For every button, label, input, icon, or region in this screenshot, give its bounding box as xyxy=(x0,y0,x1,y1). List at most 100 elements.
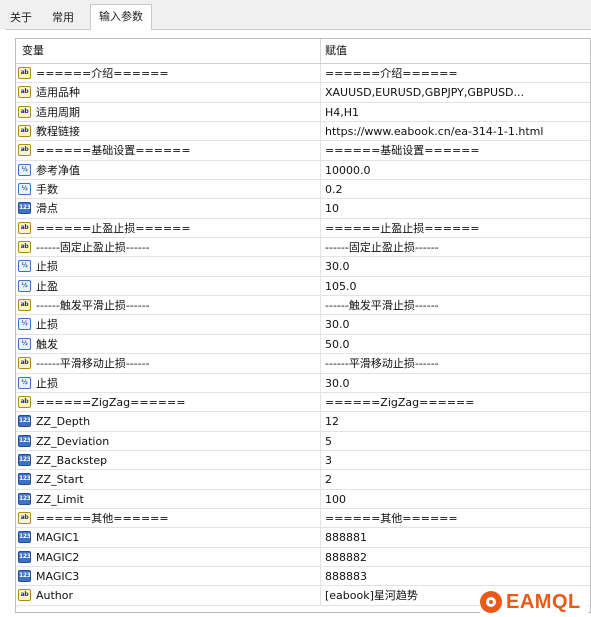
table-row[interactable]: ½ 止损 30.0 xyxy=(16,257,590,277)
table-row[interactable]: 123 ZZ_Depth 12 xyxy=(16,412,590,432)
string-param-icon: ab xyxy=(18,511,31,524)
parameter-value[interactable]: 50.0 xyxy=(325,335,587,353)
parameter-value[interactable]: ------平滑移动止损------ xyxy=(325,354,587,372)
table-row[interactable]: 123 MAGIC2 888882 xyxy=(16,547,590,567)
parameter-value[interactable]: 888883 xyxy=(325,567,587,585)
parameter-value[interactable]: 3 xyxy=(325,451,587,469)
parameter-value[interactable]: XAUUSD,EURUSD,GBPJPY,GBPUSD... xyxy=(325,83,587,101)
parameter-value[interactable]: ======ZigZag====== xyxy=(325,393,587,411)
table-row[interactable]: ½ 止损 30.0 xyxy=(16,373,590,393)
column-divider[interactable] xyxy=(320,39,321,63)
eamql-logo-icon xyxy=(480,591,502,613)
table-row[interactable]: ab ------固定止盈止损------ ------固定止盈止损------ xyxy=(16,238,590,258)
parameter-name: 参考净值 xyxy=(36,163,80,177)
parameter-name: ZZ_Backstep xyxy=(36,453,108,467)
column-header-value[interactable]: 赋值 xyxy=(325,39,347,63)
parameter-value[interactable]: ======基础设置====== xyxy=(325,141,587,159)
parameter-value[interactable]: ------固定止盈止损------ xyxy=(325,238,587,256)
table-row[interactable]: 123 ZZ_Start 2 xyxy=(16,470,590,490)
table-row[interactable]: ab 适用周期 H4,H1 xyxy=(16,102,590,123)
parameter-name: ------平滑移动止损------ xyxy=(36,357,150,371)
integer-param-icon: 123 xyxy=(18,415,31,428)
integer-param-icon: 123 xyxy=(18,550,31,563)
parameter-value[interactable]: 2 xyxy=(325,470,587,488)
string-param-icon: ab xyxy=(18,221,31,234)
string-param-icon: ab xyxy=(18,357,31,370)
string-param-icon: ab xyxy=(18,144,31,157)
table-row[interactable]: ½ 触发 50.0 xyxy=(16,334,590,355)
table-row[interactable]: ½ 止盈 105.0 xyxy=(16,276,590,297)
watermark-text: EAMQL xyxy=(506,590,581,613)
parameter-value[interactable]: ======其他====== xyxy=(325,509,587,527)
table-row[interactable]: 123 ZZ_Limit 100 xyxy=(16,489,590,509)
table-row[interactable]: ab ======ZigZag====== ======ZigZag====== xyxy=(16,392,590,413)
cell-divider xyxy=(320,431,321,450)
parameter-value[interactable]: 10000.0 xyxy=(325,161,587,179)
cell-divider xyxy=(320,296,321,315)
parameter-value[interactable]: 12 xyxy=(325,412,587,430)
parameter-value[interactable]: 100 xyxy=(325,490,587,508)
parameter-value[interactable]: 30.0 xyxy=(325,257,587,275)
table-row[interactable]: ab ======基础设置====== ======基础设置====== xyxy=(16,141,590,161)
tab-about[interactable]: 关于 xyxy=(2,7,40,29)
parameter-name: ------固定止盈止损------ xyxy=(36,241,150,255)
table-row[interactable]: ab ------平滑移动止损------ ------平滑移动止损------ xyxy=(16,354,590,374)
parameter-value[interactable]: 0.2 xyxy=(325,180,587,198)
table-row[interactable]: ab ======止盈止损====== ======止盈止损====== xyxy=(16,218,590,239)
column-header-variable[interactable]: 变量 xyxy=(22,39,44,63)
cell-divider xyxy=(320,102,321,122)
double-param-icon: ½ xyxy=(18,318,31,331)
parameter-name: MAGIC1 xyxy=(36,531,80,545)
parameter-value[interactable]: 888882 xyxy=(325,548,587,566)
cell-divider xyxy=(320,218,321,238)
table-row[interactable]: ½ 手数 0.2 xyxy=(16,180,590,200)
parameter-value[interactable]: 105.0 xyxy=(325,277,587,295)
cell-divider xyxy=(320,64,321,83)
double-param-icon: ½ xyxy=(18,260,31,273)
tab-common[interactable]: 常用 xyxy=(44,7,82,29)
double-param-icon: ½ xyxy=(18,279,31,292)
cell-divider xyxy=(320,547,321,566)
parameter-value[interactable]: ======介绍====== xyxy=(325,64,587,82)
tab-input-parameters[interactable]: 输入参数 xyxy=(90,4,152,30)
table-row[interactable]: ab ======介绍====== ======介绍====== xyxy=(16,64,590,84)
integer-param-icon: 123 xyxy=(18,202,31,215)
table-row[interactable]: 123 MAGIC3 888883 xyxy=(16,566,590,587)
table-header: 变量 赋值 xyxy=(16,39,590,64)
cell-divider xyxy=(320,586,321,605)
parameter-name: 手数 xyxy=(36,183,58,197)
parameter-value[interactable]: https://www.eabook.cn/ea-314-1-1.html xyxy=(325,122,587,140)
integer-param-icon: 123 xyxy=(18,473,31,486)
cell-divider xyxy=(320,566,321,586)
table-row[interactable]: ab 适用品种 XAUUSD,EURUSD,GBPJPY,GBPUSD... xyxy=(16,83,590,103)
parameter-value[interactable]: 10 xyxy=(325,199,587,217)
table-row[interactable]: ab 教程链接 https://www.eabook.cn/ea-314-1-1.h… xyxy=(16,122,590,142)
table-row[interactable]: 123 滑点 10 xyxy=(16,199,590,219)
double-param-icon: ½ xyxy=(18,376,31,389)
parameter-value[interactable]: 5 xyxy=(325,432,587,450)
parameter-value[interactable]: 30.0 xyxy=(325,374,587,392)
parameter-value[interactable]: ------触发平滑止损------ xyxy=(325,296,587,314)
table-row[interactable]: ½ 止损 30.0 xyxy=(16,315,590,335)
table-row[interactable]: ½ 参考净值 10000.0 xyxy=(16,160,590,181)
parameter-value[interactable]: 30.0 xyxy=(325,315,587,333)
cell-divider xyxy=(320,528,321,547)
table-row[interactable]: ab ======其他====== ======其他====== xyxy=(16,508,590,529)
table-row[interactable]: 123 ZZ_Backstep 3 xyxy=(16,450,590,471)
parameter-value[interactable]: ======止盈止损====== xyxy=(325,219,587,237)
cell-divider xyxy=(320,122,321,141)
table-row[interactable]: 123 MAGIC1 888881 xyxy=(16,528,590,548)
cell-divider xyxy=(320,199,321,218)
cell-divider xyxy=(320,315,321,334)
parameter-value[interactable]: 888881 xyxy=(325,528,587,546)
table-row[interactable]: 123 ZZ_Deviation 5 xyxy=(16,431,590,451)
integer-param-icon: 123 xyxy=(18,434,31,447)
table-row[interactable]: ab ------触发平滑止损------ ------触发平滑止损------ xyxy=(16,296,590,316)
string-param-icon: ab xyxy=(18,125,31,138)
cell-divider xyxy=(320,160,321,180)
parameter-value[interactable]: H4,H1 xyxy=(325,103,587,121)
table-body: ab ======介绍====== ======介绍====== ab 适用品种 XAUU… xyxy=(16,64,590,606)
string-param-icon: ab xyxy=(18,67,31,79)
double-param-icon: ½ xyxy=(18,337,31,350)
parameters-table: 变量 赋值 ab ======介绍====== ======介绍====== ab 适用… xyxy=(15,38,591,613)
